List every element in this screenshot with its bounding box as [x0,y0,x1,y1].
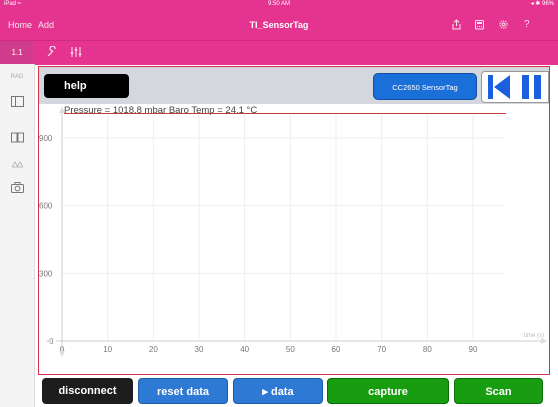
sensor-readout: Pressure = 1018.8 mbar Baro Temp = 24.1 … [64,105,258,116]
x-tick-label: 20 [149,345,158,354]
rad-label[interactable]: RAD [0,74,34,80]
panel-icon[interactable] [0,94,34,112]
status-battery: ◂ ✱ 96% [530,1,554,7]
toolbar: 1.1 [0,40,558,65]
x-tick-label: 60 [332,345,341,354]
book-icon[interactable] [0,130,34,148]
capture-button[interactable]: capture [327,378,449,404]
scale-icon[interactable] [0,156,34,174]
x-tick-label: 50 [286,345,295,354]
nav-bar: Home Add TI_SensorTag ? [0,8,558,40]
y-axis-arrow-down [59,351,65,357]
data-button[interactable]: ▸ data [233,378,323,404]
tab-1-1[interactable]: 1.1 [0,41,34,65]
series-line [64,113,506,114]
reset-data-button[interactable]: reset data [138,378,228,404]
chart-grid [62,115,505,341]
help-icon[interactable]: ? [524,19,530,30]
chart-axes [46,107,547,357]
gear-icon[interactable] [498,19,509,33]
x-axis-ticks: 0102030405060708090 [60,345,478,354]
calculator-icon[interactable] [474,19,485,33]
x-tick-label: 90 [469,345,478,354]
status-bar: iPad ≈ 9:50 AM ◂ ✱ 96% [0,0,558,8]
x-tick-label: 80 [423,345,432,354]
x-tick-label: 70 [377,345,386,354]
x-axis-label: time (s) [524,333,544,339]
share-icon[interactable] [451,19,462,33]
x-tick-label: 10 [103,345,112,354]
camera-icon[interactable] [0,180,34,198]
x-tick-label: 40 [240,345,249,354]
scan-button[interactable]: Scan [454,378,543,404]
wrench-icon[interactable] [46,45,58,61]
y-tick-label: 300 [39,269,53,278]
y-tick-label: 600 [39,202,53,211]
disconnect-button[interactable]: disconnect [42,378,133,404]
sensor-panel: help CC2650 SensorTag 010203040506070809… [38,66,550,375]
status-time: 9:50 AM [267,1,290,7]
sliders-icon[interactable] [70,46,82,61]
y-tick-label: 900 [39,134,53,143]
y-axis-ticks: 0300600900 [39,134,54,346]
sidebar: RAD [0,64,35,407]
x-tick-label: 30 [195,345,204,354]
